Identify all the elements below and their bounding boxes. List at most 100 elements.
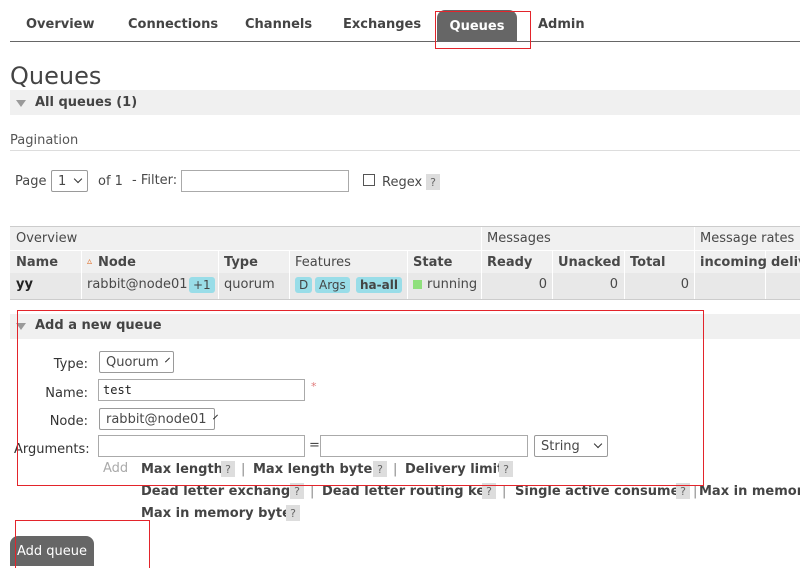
table-bottom-border — [10, 299, 800, 300]
page-of-label: of 1 — [98, 174, 123, 189]
help-icon[interactable]: ? — [499, 461, 513, 477]
queue-type-select[interactable]: Quorum — [99, 351, 174, 373]
help-glyph: ? — [294, 484, 300, 498]
separator: | — [393, 462, 398, 477]
arg-max-in-memory-bytes-link[interactable]: Max in memory bytes — [141, 506, 299, 521]
separator: | — [310, 484, 315, 499]
help-glyph: ? — [290, 506, 296, 520]
argument-type-select[interactable]: String — [534, 435, 608, 457]
filter-input[interactable] — [181, 170, 349, 192]
argument-key-input[interactable] — [98, 435, 305, 457]
argument-value-input[interactable] — [320, 435, 528, 457]
tab-queues[interactable]: Queues — [437, 10, 517, 42]
regex-help-icon[interactable]: ? — [426, 174, 440, 190]
col-header-features: Features — [295, 255, 351, 270]
chevron-down-icon — [212, 414, 218, 420]
help-icon[interactable]: ? — [676, 483, 690, 499]
node-select[interactable]: rabbit@node01 — [99, 408, 218, 430]
separator: | — [693, 484, 698, 499]
filter-label: - Filter: — [132, 173, 178, 188]
page-select[interactable]: 1 — [51, 170, 88, 192]
arg-delivery-limit-link[interactable]: Delivery limit — [405, 462, 503, 477]
tab-admin[interactable]: Admin — [538, 17, 585, 32]
tab-queues-label: Queues — [449, 18, 505, 34]
add-queue-button[interactable]: Add queue — [10, 536, 94, 566]
help-icon[interactable]: ? — [373, 461, 387, 477]
chevron-down-icon — [164, 357, 170, 363]
col-sep — [624, 251, 625, 299]
help-glyph: ? — [680, 484, 686, 498]
col-header-ready[interactable]: Ready — [487, 255, 532, 270]
col-sep — [81, 251, 82, 299]
page-title: Queues — [10, 62, 102, 90]
help-glyph: ? — [430, 175, 436, 189]
name-label: Name: — [45, 386, 88, 401]
page-select-value: 1 — [58, 173, 67, 189]
col-header-node[interactable]: Node — [98, 255, 136, 270]
chevron-down-icon — [73, 174, 83, 184]
argument-type-value: String — [541, 438, 580, 454]
col-header-unacked[interactable]: Unacked — [558, 255, 621, 270]
help-icon[interactable]: ? — [221, 461, 235, 477]
arg-max-length-bytes-link[interactable]: Max length bytes — [253, 462, 380, 477]
group-header-overview: Overview — [16, 231, 78, 246]
help-glyph: ? — [486, 484, 492, 498]
table-header-divider — [10, 250, 800, 251]
add-argument-button[interactable]: Add — [103, 461, 128, 476]
help-glyph: ? — [503, 462, 509, 476]
col-header-deliver[interactable]: deliv — [771, 255, 800, 270]
queue-total: 0 — [680, 277, 689, 292]
arg-dead-letter-exchange-link[interactable]: Dead letter exchange — [141, 484, 299, 499]
col-header-name[interactable]: Name — [16, 255, 58, 270]
col-header-state[interactable]: State — [413, 255, 452, 270]
col-sep — [289, 251, 290, 299]
page-label: Page — [15, 174, 47, 189]
help-glyph: ? — [377, 462, 383, 476]
separator: | — [502, 484, 507, 499]
type-label: Type: — [53, 357, 88, 372]
feature-policy-badge[interactable]: ha-all — [356, 277, 402, 293]
queue-name-input[interactable] — [98, 379, 305, 401]
collapse-triangle-icon[interactable] — [16, 100, 26, 107]
collapse-triangle-icon[interactable] — [16, 323, 26, 330]
help-icon[interactable]: ? — [290, 483, 304, 499]
sort-arrow-icon: ▵ — [87, 256, 93, 267]
group-header-messages: Messages — [487, 231, 551, 246]
help-icon[interactable]: ? — [286, 505, 300, 521]
node-extra-badge: +1 — [189, 277, 215, 293]
queue-name-link[interactable]: yy — [16, 277, 33, 292]
pagination-divider — [10, 150, 800, 151]
all-queues-title: All queues (1) — [35, 95, 138, 110]
col-header-type[interactable]: Type — [224, 255, 258, 270]
arguments-label: Arguments: — [14, 442, 90, 457]
arg-dead-letter-routing-key-link[interactable]: Dead letter routing key — [322, 484, 494, 499]
state-indicator-icon — [413, 280, 422, 289]
tab-channels[interactable]: Channels — [245, 17, 312, 32]
col-sep — [218, 251, 219, 299]
queue-unacked: 0 — [609, 277, 618, 292]
group-header-message-rates: Message rates — [700, 231, 795, 246]
help-glyph: ? — [225, 462, 231, 476]
equals-sign: = — [309, 438, 320, 453]
col-sep — [694, 227, 695, 299]
arg-single-active-consumer-link[interactable]: Single active consumer — [515, 484, 686, 499]
tab-overview[interactable]: Overview — [26, 17, 95, 32]
tab-connections[interactable]: Connections — [128, 17, 218, 32]
regex-checkbox[interactable] — [363, 174, 375, 186]
queue-type-value: Quorum — [106, 354, 159, 370]
queue-ready: 0 — [538, 277, 547, 292]
queue-type: quorum — [224, 277, 275, 292]
add-queue-title: Add a new queue — [35, 318, 162, 333]
col-header-total[interactable]: Total — [630, 255, 666, 270]
arg-max-length-link[interactable]: Max length — [141, 462, 223, 477]
arg-max-in-memory-link[interactable]: Max in memory — [699, 484, 800, 499]
queue-state: running — [427, 277, 478, 292]
pagination-label[interactable]: Pagination — [10, 133, 78, 148]
col-header-incoming[interactable]: incoming — [700, 255, 767, 270]
tab-exchanges[interactable]: Exchanges — [343, 17, 421, 32]
col-sep — [552, 251, 553, 299]
help-icon[interactable]: ? — [482, 483, 496, 499]
required-mark: * — [311, 380, 317, 393]
node-select-value: rabbit@node01 — [106, 411, 207, 427]
feature-args-badge: Args — [315, 277, 350, 293]
